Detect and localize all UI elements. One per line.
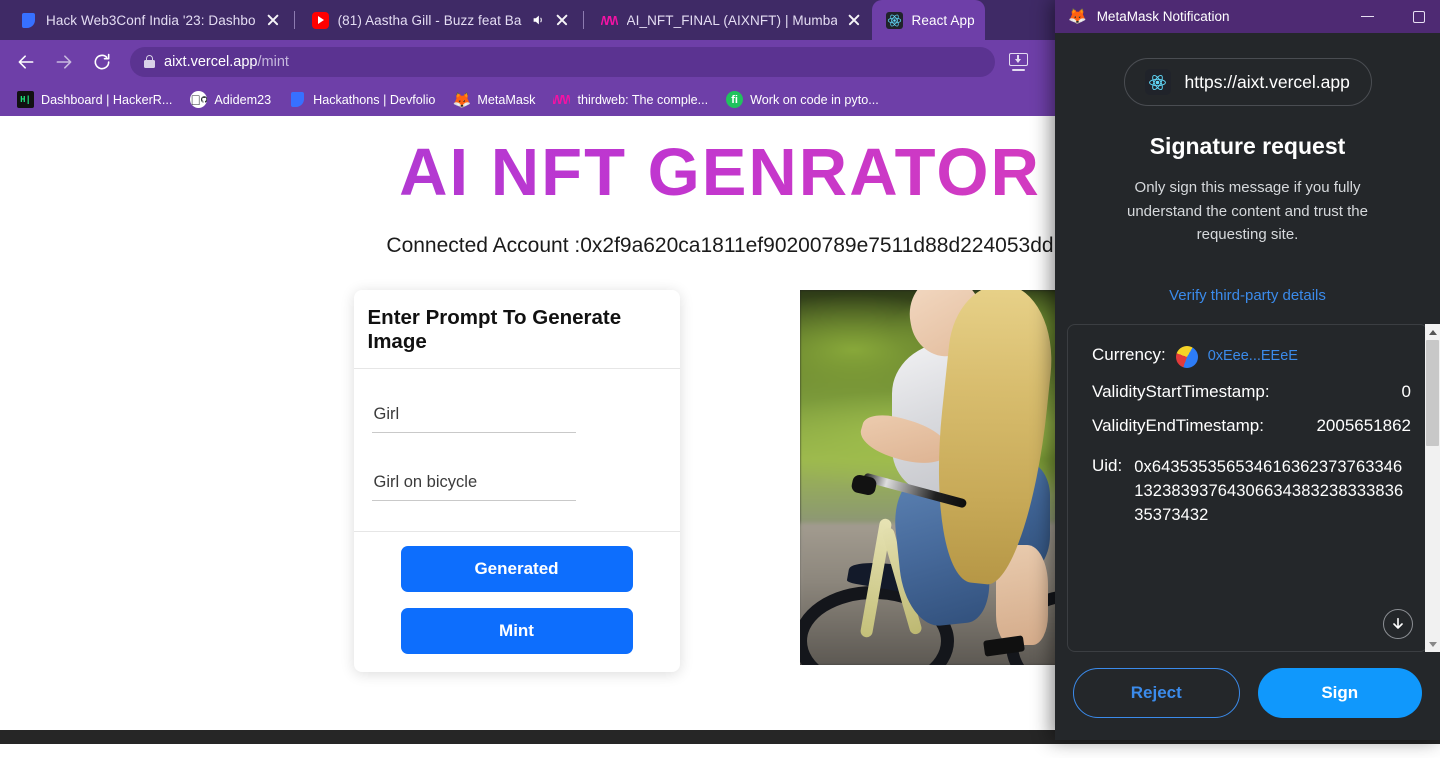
scroll-down-icon[interactable] [1383,609,1413,639]
bookmark-label: Work on code in pyto... [750,92,879,107]
thirdweb-icon: WW [553,92,571,107]
metamask-fox-icon: 🦊 [453,91,471,109]
download-icon[interactable] [1009,52,1028,71]
prompt-card: Enter Prompt To Generate Image Generated… [353,290,680,673]
toolbar-right-group [1009,52,1032,71]
bookmark-label: Hackathons | Devfolio [313,92,436,107]
name-field-wrapper [371,403,662,434]
tab-divider [582,11,584,29]
validity-end-value: 2005651862 [1316,416,1411,436]
validity-start-row: ValidityStartTimestamp: 0 [1092,382,1411,402]
close-icon[interactable] [265,12,281,28]
currency-label: Currency: [1092,345,1166,365]
bookmark-hackathons-devfolio[interactable]: Hackathons | Devfolio [280,88,444,111]
browser-tab-2[interactable]: (81) Aastha Gill - Buzz feat Ba [298,0,580,40]
bookmark-dashboard-hackerrank[interactable]: H| Dashboard | HackerR... [8,88,181,111]
currency-address[interactable]: 0xEee...EEeE [1208,348,1298,364]
nft-artwork [799,290,1097,666]
react-icon [885,11,903,29]
signature-data-wrapper: Currency: 0xEee...EEeE ValidityStartTime… [1067,324,1440,652]
bookmark-adidem23[interactable]:  Adidem23 [181,88,280,111]
github-icon:  [190,91,208,108]
back-button[interactable] [10,46,42,78]
devfolio-icon [20,12,37,29]
bookmark-label: Dashboard | HackerR... [41,92,173,107]
tab-divider [293,11,295,29]
metamask-notification-window: 🦊 MetaMask Notification https://aixt.ver… [1055,0,1440,740]
sign-button[interactable]: Sign [1257,668,1422,718]
signature-request-heading: Signature request [1149,133,1346,159]
validity-start-value: 0 [1401,382,1411,402]
url-domain: aixt.vercel.app [164,53,258,70]
card-footer: Generated Mint [354,532,680,672]
browser-tab-3[interactable]: WW AI_NFT_FINAL (AIXNFT) | Mumbai [587,0,872,40]
uid-value: 0x64353535653461636237376334613238393764… [1134,458,1404,524]
details-scrollbar[interactable] [1425,324,1440,652]
screen: Hack Web3Conf India '23: Dashbo (81) Aas… [0,0,1440,758]
url-text: aixt.vercel.app/mint [164,54,289,70]
metamask-titlebar: 🦊 MetaMask Notification [1055,0,1440,33]
bookmark-label: Adidem23 [214,92,272,107]
address-bar[interactable]: aixt.vercel.app/mint [130,46,995,77]
tab-title: React App [911,12,975,28]
signature-request-description: Only sign this message if you fully unde… [1126,179,1368,244]
mint-button[interactable]: Mint [400,608,633,655]
scrollbar-up-arrow-icon[interactable] [1426,324,1440,340]
mute-icon[interactable] [531,13,545,27]
metamask-fox-icon: 🦊 [1068,8,1087,25]
reject-button[interactable]: Reject [1073,668,1240,718]
maximize-icon[interactable] [1398,0,1440,33]
lock-icon [144,55,155,68]
devfolio-icon [289,91,306,108]
window-title: MetaMask Notification [1096,9,1230,24]
browser-tab-1[interactable]: Hack Web3Conf India '23: Dashbo [6,0,291,40]
bookmark-label: MetaMask [477,92,536,107]
bookmark-metamask[interactable]: 🦊 MetaMask [444,88,544,111]
site-origin-pill: https://aixt.vercel.app [1123,58,1372,106]
tab-title: AI_NFT_FINAL (AIXNFT) | Mumbai [626,12,837,28]
currency-row: Currency: 0xEee...EEeE [1092,345,1411,369]
card-title: Enter Prompt To Generate Image [353,290,680,370]
signature-data-panel: Currency: 0xEee...EEeE ValidityStartTime… [1067,324,1428,652]
generate-button[interactable]: Generated [400,546,633,593]
scrollbar-down-arrow-icon[interactable] [1426,636,1440,652]
forward-button[interactable] [48,46,80,78]
uid-row: Uid: 0x643535356534616362373763346132383… [1092,456,1411,528]
metamask-body: https://aixt.vercel.app Signature reques… [1055,33,1440,740]
close-icon[interactable] [846,12,862,28]
validity-start-label: ValidityStartTimestamp: [1092,382,1270,402]
site-url: https://aixt.vercel.app [1184,71,1350,92]
youtube-icon [311,11,329,29]
green-circle-icon: fi [726,91,744,108]
token-icon [1175,346,1198,369]
prompt-field-wrapper [371,471,662,502]
minimize-icon[interactable] [1346,0,1388,33]
validity-end-row: ValidityEndTimestamp: 2005651862 [1092,416,1411,436]
nft-prompt-input[interactable] [371,471,576,502]
close-icon[interactable] [554,12,570,28]
thirdweb-icon: WW [600,12,618,28]
scrollbar-thumb[interactable] [1426,340,1439,447]
tab-title: Hack Web3Conf India '23: Dashbo [46,12,256,28]
bookmark-thirdweb[interactable]: WW thirdweb: The comple... [544,88,717,111]
metamask-action-buttons: Reject Sign [1055,652,1440,740]
bookmark-label: thirdweb: The comple... [577,92,709,107]
card-body [353,369,680,533]
verify-third-party-details-link[interactable]: Verify third-party details [1055,287,1440,304]
nft-name-input[interactable] [371,403,576,434]
url-path: /mint [257,53,289,70]
react-icon [1144,69,1171,95]
generated-nft-image [799,290,1097,666]
reload-button[interactable] [86,46,118,78]
tab-title: (81) Aastha Gill - Buzz feat Ba [337,12,522,28]
uid-label: Uid: [1092,456,1123,476]
hackerrank-icon: H| [17,91,34,108]
bookmark-work-on-code-pytorch[interactable]: fi Work on code in pyto... [717,88,888,111]
validity-end-label: ValidityEndTimestamp: [1092,416,1264,436]
browser-tab-4-active[interactable]: React App [871,0,985,40]
